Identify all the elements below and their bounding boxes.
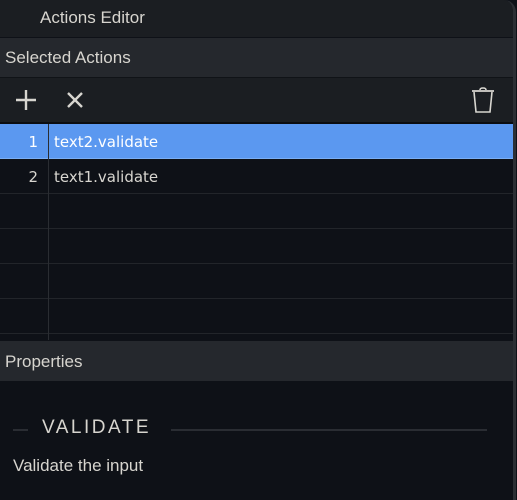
trash-icon — [472, 87, 494, 113]
plus-icon — [16, 90, 36, 110]
row-index — [0, 299, 38, 333]
row-index: 2 — [28, 168, 38, 186]
column-divider — [48, 124, 49, 340]
close-icon — [67, 92, 83, 108]
window-title: Actions Editor — [40, 8, 145, 27]
table-row-empty[interactable] — [0, 264, 513, 299]
table-row[interactable]: 1 text2.validate — [0, 124, 513, 159]
table-row-empty[interactable] — [0, 299, 513, 334]
table-row[interactable]: 2 text1.validate — [0, 159, 513, 194]
title-bar: Actions Editor — [0, 0, 513, 37]
table-row-empty[interactable] — [0, 194, 513, 229]
add-action-button[interactable] — [12, 86, 40, 114]
actions-toolbar — [0, 78, 513, 124]
remove-action-button[interactable] — [61, 86, 89, 114]
actions-editor-panel: Actions Editor Selected Actions 1 text2.… — [0, 0, 516, 500]
actions-table: 1 text2.validate 2 text1.validate — [0, 124, 513, 340]
row-index — [0, 264, 38, 298]
selected-actions-label: Selected Actions — [5, 48, 131, 67]
property-heading: VALIDATE — [0, 417, 513, 441]
row-index: 1 — [28, 133, 38, 151]
table-row-empty[interactable] — [0, 229, 513, 264]
selected-actions-header: Selected Actions — [0, 38, 513, 78]
action-name: text2.validate — [54, 133, 159, 151]
properties-header: Properties — [0, 341, 513, 382]
property-heading-text: VALIDATE — [42, 417, 152, 438]
heading-divider-left — [13, 429, 28, 431]
row-index — [0, 229, 38, 263]
row-index — [0, 194, 38, 228]
properties-label: Properties — [5, 352, 83, 371]
delete-action-button[interactable] — [469, 86, 497, 114]
action-name: text1.validate — [54, 168, 159, 186]
property-description: Validate the input — [13, 456, 144, 475]
heading-divider-right — [171, 429, 487, 431]
properties-body: VALIDATE Validate the input — [0, 381, 513, 500]
